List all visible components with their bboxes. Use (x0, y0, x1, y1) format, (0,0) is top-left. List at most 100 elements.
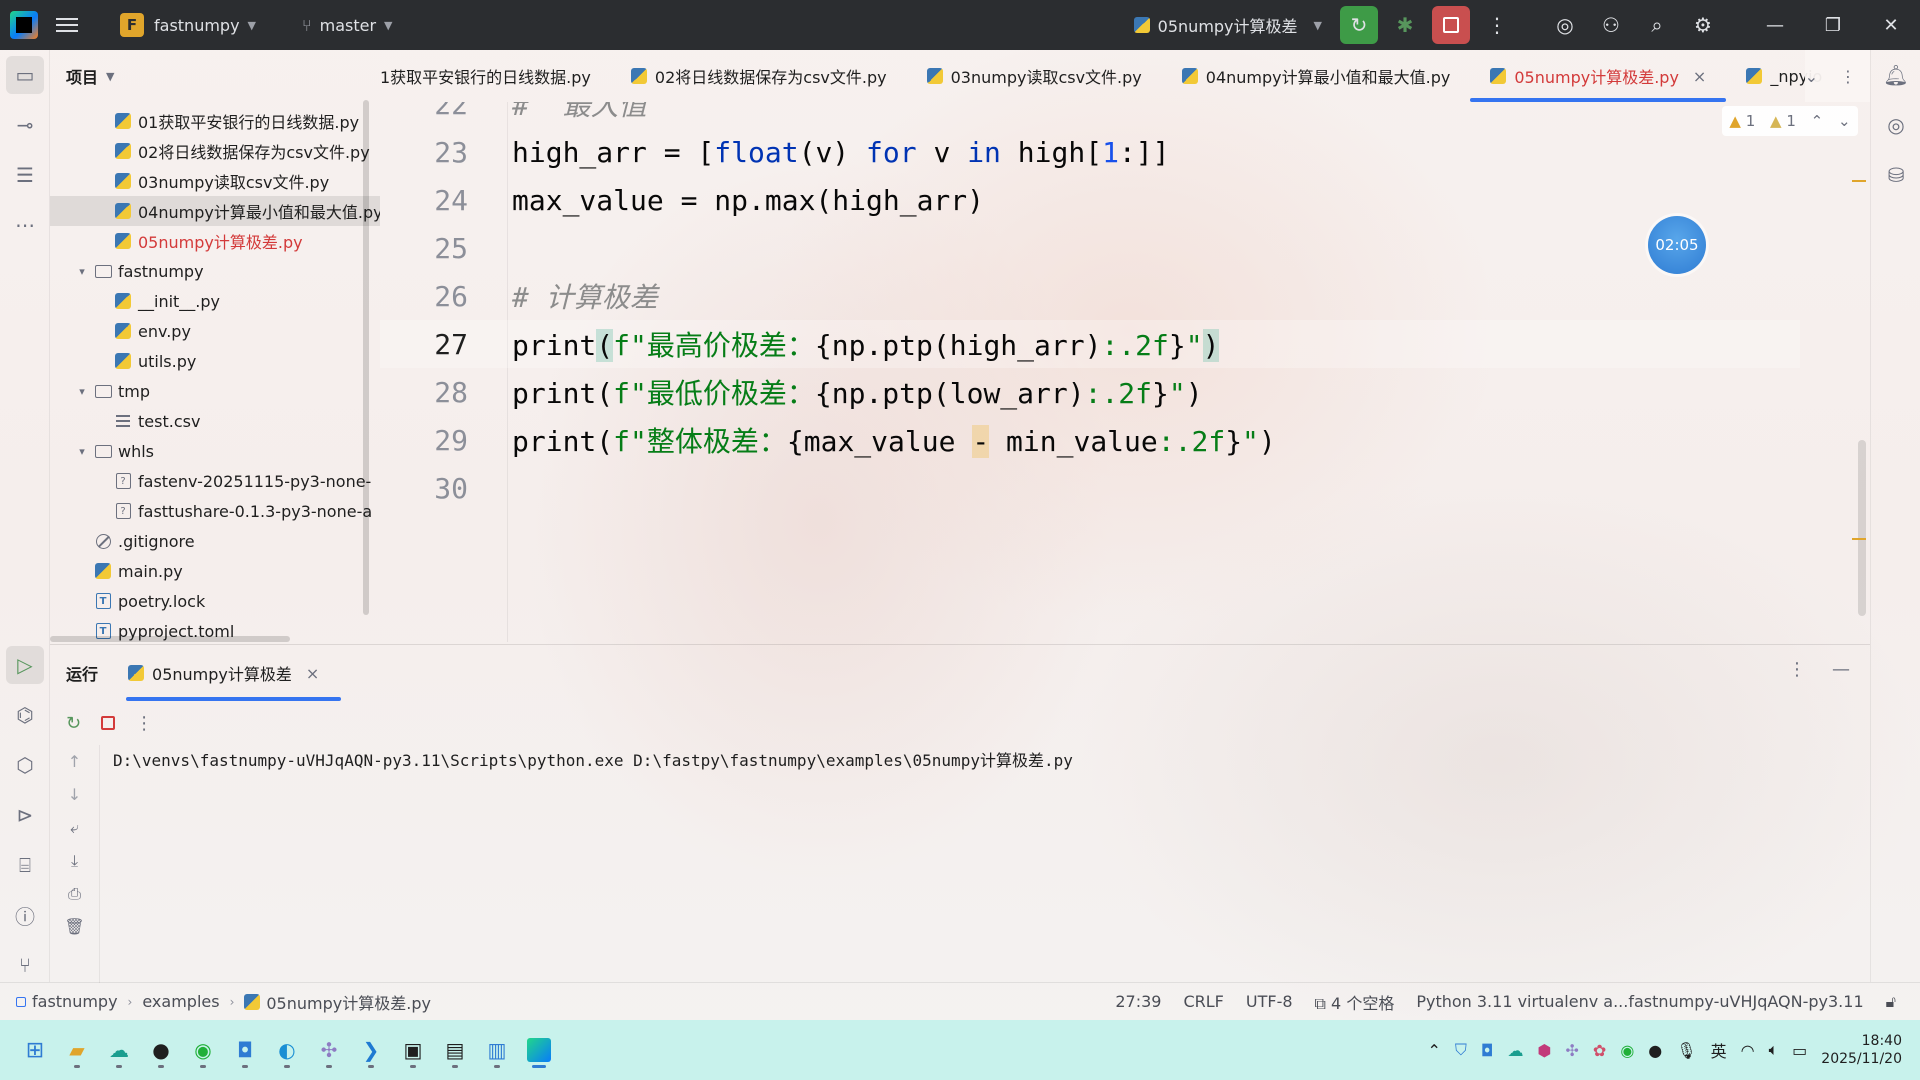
taskbar-app-2[interactable]: ● (141, 1030, 181, 1070)
stop-icon[interactable] (101, 716, 116, 730)
tree-item[interactable]: Tpoetry.lock (50, 586, 380, 616)
chevron-up-icon[interactable]: ⌃ (1811, 112, 1824, 130)
file-encoding[interactable]: UTF-8 (1246, 992, 1293, 1011)
rerun-button[interactable]: ↻ (1340, 6, 1378, 44)
project-switcher[interactable]: F fastnumpy ▼ (108, 0, 268, 50)
editor-tab[interactable]: 05numpy计算极差.py × (1470, 50, 1727, 102)
warning-stripe-marker[interactable] (1852, 538, 1866, 540)
project-panel-header[interactable]: 项目 ▼ (50, 50, 380, 102)
debug-button[interactable]: ✱ (1386, 6, 1424, 44)
tray-penguin-icon[interactable]: ● (1648, 1041, 1662, 1060)
minimize-button[interactable]: — (1746, 0, 1804, 50)
terminal-tool-button[interactable]: ⌸ (0, 840, 50, 890)
commit-tool-button[interactable]: ⊸ (0, 100, 50, 150)
taskbar-notepad[interactable]: ▥ (477, 1030, 517, 1070)
problems-tool-button[interactable]: ⓘ (0, 890, 50, 940)
taskbar-vscode[interactable]: ❯ (351, 1030, 391, 1070)
caret-position[interactable]: 27:39 (1115, 992, 1161, 1011)
editor-tab[interactable]: 1获取平安银行的日线数据.py (380, 50, 611, 102)
editor-tab[interactable]: 03numpy读取csv文件.py (907, 50, 1162, 102)
ai-assistant-button[interactable]: ◎ (1546, 6, 1584, 44)
settings-button[interactable]: ⚙ (1684, 6, 1722, 44)
indent-setting[interactable]: ⧉ 4 个空格 (1315, 990, 1395, 1014)
battery-icon[interactable]: ▭ (1792, 1041, 1807, 1060)
warning-stripe-marker[interactable] (1852, 180, 1866, 182)
tree-item[interactable]: ▾ fastnumpy (50, 256, 380, 286)
run-config-selector[interactable]: 05numpy计算极差 ▼ (1120, 13, 1336, 37)
more-actions-button[interactable]: ⋮ (1478, 6, 1516, 44)
floating-timer[interactable]: 02:05 (1648, 216, 1706, 274)
project-tool-button[interactable]: ▭ (6, 56, 44, 94)
start-button[interactable]: ⊞ (15, 1030, 55, 1070)
more-vertical-icon[interactable]: ⋮ (135, 713, 153, 734)
tray-cloud-icon[interactable]: ☁ (1508, 1041, 1524, 1060)
services-tool-button[interactable]: ⊳ (0, 790, 50, 840)
trash-icon[interactable]: 🗑︎ (50, 910, 99, 943)
tree-item[interactable]: ? fastenv-20251115-py3-none- (50, 466, 380, 496)
scroll-to-end-icon[interactable]: ⤓ (50, 844, 99, 877)
code-with-me-button[interactable]: ⚇ (1592, 6, 1630, 44)
breadcrumb-item[interactable]: 05numpy计算极差.py (244, 990, 431, 1014)
taskbar-app-5[interactable]: ▣ (393, 1030, 433, 1070)
taskbar-app-3[interactable]: ◘ (225, 1030, 265, 1070)
wifi-icon[interactable]: ◠ (1741, 1041, 1755, 1060)
taskbar-wechat[interactable]: ◉ (183, 1030, 223, 1070)
tree-item[interactable]: env.py (50, 316, 380, 346)
taskbar-app-1[interactable]: ☁ (99, 1030, 139, 1070)
editor-scrollbar[interactable] (1858, 440, 1866, 616)
search-everywhere-button[interactable]: ⌕ (1638, 6, 1676, 44)
inspection-widget[interactable]: ▲ 1 ▲ 1 ⌃ ⌄ (1722, 106, 1858, 136)
tray-pinwheel-icon[interactable]: ✣ (1566, 1041, 1579, 1060)
taskbar-terminal[interactable]: ▤ (435, 1030, 475, 1070)
close-window-button[interactable]: ✕ (1862, 0, 1920, 50)
python-packages-tool-button[interactable]: ⬡ (0, 740, 50, 790)
taskbar-app-4[interactable]: ✣ (309, 1030, 349, 1070)
tree-item[interactable]: 05numpy计算极差.py (50, 226, 380, 256)
tree-item[interactable]: ? fasttushare-0.1.3-py3-none-a (50, 496, 380, 526)
tree-item[interactable]: ▾ tmp (50, 376, 380, 406)
tree-item[interactable]: test.csv (50, 406, 380, 436)
branch-switcher[interactable]: ⑂ master ▼ (290, 0, 405, 50)
tray-app-u-icon[interactable]: ◘ (1481, 1041, 1494, 1060)
print-icon[interactable]: ⎙ (50, 877, 99, 910)
tree-item[interactable]: utils.py (50, 346, 380, 376)
ime-indicator[interactable]: 英 (1711, 1038, 1727, 1062)
breadcrumb-item[interactable]: fastnumpy (16, 992, 118, 1011)
line-separator[interactable]: CRLF (1183, 992, 1223, 1011)
console-output[interactable]: D:\venvs\fastnumpy-uVHJqAQN-py3.11\Scrip… (113, 747, 1073, 771)
lock-icon[interactable]: 🔓︎ (1886, 992, 1896, 1012)
tree-item[interactable]: 04numpy计算最小值和最大值.py (50, 196, 380, 226)
taskbar-edge[interactable]: ◐ (267, 1030, 307, 1070)
tree-item[interactable]: 01获取平安银行的日线数据.py (50, 106, 380, 136)
taskbar-file-explorer[interactable]: ▰ (57, 1030, 97, 1070)
tree-item[interactable]: .gitignore (50, 526, 380, 556)
restore-button[interactable]: ❐ (1804, 0, 1862, 50)
pycharm-logo-icon[interactable] (10, 11, 38, 39)
run-tab[interactable]: 05numpy计算极差 × (126, 645, 342, 701)
close-icon[interactable]: × (1693, 67, 1706, 86)
volume-icon[interactable]: 🔈︎ (1769, 1040, 1779, 1060)
shield-icon[interactable]: ⛉ (1455, 1040, 1467, 1060)
microphone-icon[interactable]: 🎙︎ (1676, 1041, 1696, 1060)
editor-tab[interactable]: 02将日线数据保存为csv文件.py (611, 50, 907, 102)
more-tools-button[interactable]: ⋯ (0, 200, 50, 250)
tree-item[interactable]: ▾ whls (50, 436, 380, 466)
breadcrumb-item[interactable]: examples (142, 992, 219, 1011)
tree-item[interactable]: 03numpy读取csv文件.py (50, 166, 380, 196)
editor-tab[interactable]: 04numpy计算最小值和最大值.py (1162, 50, 1471, 102)
clock[interactable]: 18:40 2025/11/20 (1821, 1032, 1902, 1068)
arrow-up-icon[interactable]: ↑ (50, 745, 99, 778)
tree-item[interactable]: main.py (50, 556, 380, 586)
expand-arrow-icon[interactable]: ▾ (74, 385, 90, 398)
tray-wechat-icon[interactable]: ◉ (1620, 1041, 1634, 1060)
project-tree-vertical-scrollbar[interactable] (363, 100, 369, 615)
hide-panel-icon[interactable]: — (1832, 659, 1850, 680)
chevron-down-icon[interactable]: ⌄ (1838, 112, 1851, 130)
tab-list-chevron-icon[interactable]: ⌄ (1805, 67, 1818, 86)
notifications-tool-button[interactable]: 🔔︎ (1871, 50, 1920, 100)
python-interpreter[interactable]: Python 3.11 virtualenv a...fastnumpy-uVH… (1416, 992, 1863, 1011)
arrow-down-icon[interactable]: ↓ (50, 778, 99, 811)
project-tree-horizontal-scrollbar[interactable] (50, 636, 290, 642)
ai-chat-tool-button[interactable]: ◎ (1871, 100, 1920, 150)
stop-button[interactable] (1432, 6, 1470, 44)
